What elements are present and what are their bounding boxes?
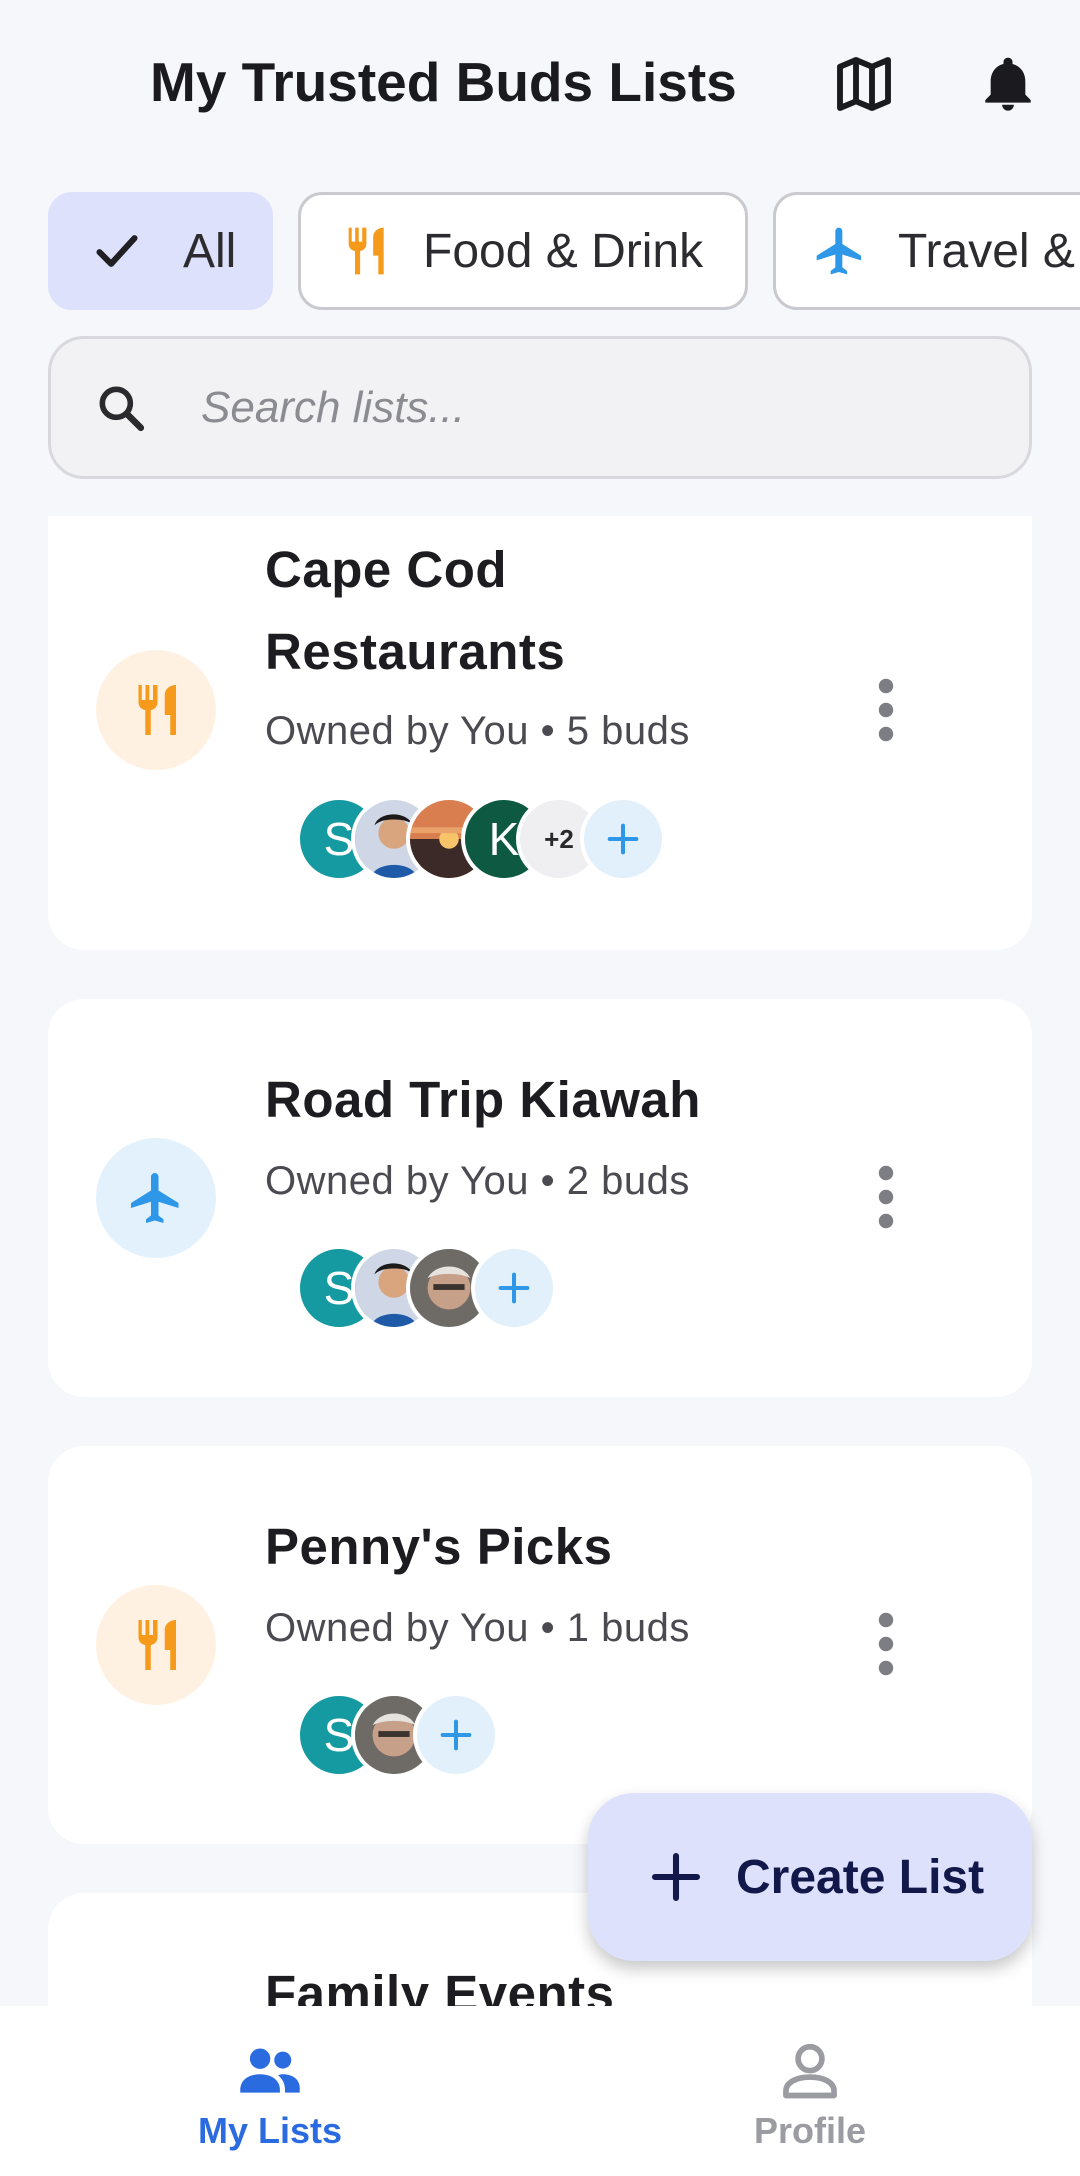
member-avatars: S K +2 [250,796,710,882]
nav-label: My Lists [197,2110,343,2151]
list-title: Cape Cod Restaurants [265,529,565,693]
list-title: Road Trip Kiawah [265,1071,701,1128]
fork-knife-icon [138,685,176,735]
more-options-icon[interactable] [866,674,906,746]
list-card[interactable]: Cape Cod Restaurants Owned by You • 5 bu… [48,516,1032,950]
more-options-icon[interactable] [866,1608,906,1680]
more-options-icon[interactable] [866,1161,906,1233]
filter-chip-label: Travel & [898,224,1075,278]
add-member-button[interactable] [471,1245,557,1331]
page-title: My Trusted Buds Lists [150,51,737,113]
fork-knife-icon [138,1620,176,1670]
plus-icon [440,1719,472,1751]
list-title: Penny's Picks [265,1518,613,1575]
bottom-nav: My Lists Profile [0,2006,1080,2176]
lists-container[interactable]: Cape Cod Restaurants Owned by You • 5 bu… [0,516,1080,2006]
member-avatars: S [250,1245,570,1331]
airplane-icon [816,227,861,275]
bell-icon[interactable] [976,52,1040,116]
filter-chip-all[interactable]: All [48,192,273,310]
add-member-button[interactable] [413,1692,499,1778]
list-title-line: Restaurants [265,623,566,680]
people-icon [240,2048,300,2093]
filter-chips: All Food & Drink Travel & [48,192,1080,312]
list-meta: Owned by You • 2 buds [265,1159,690,1203]
list-meta: Owned by You • 1 buds [265,1606,690,1650]
category-icon-food [96,1585,216,1705]
airplane-icon [131,1173,179,1223]
create-list-button[interactable]: Create List [588,1793,1032,1961]
check-icon [96,235,138,267]
plus-icon [651,1852,701,1902]
search-icon [99,386,145,431]
list-card[interactable]: Road Trip Kiawah Owned by You • 2 buds S [48,999,1032,1397]
add-member-button[interactable] [580,796,666,882]
list-title: Family Events [265,1965,615,2006]
filter-chip-food-drink[interactable]: Food & Drink [298,192,748,310]
filter-chip-label: Food & Drink [423,224,704,278]
create-list-label: Create List [736,1850,985,1904]
list-card[interactable]: Penny's Picks Owned by You • 1 buds S [48,1446,1032,1844]
plus-icon [498,1272,530,1304]
map-icon[interactable] [832,52,896,116]
nav-label: Profile [753,2110,867,2151]
fork-knife-icon [348,227,384,275]
filter-chip-travel[interactable]: Travel & [773,192,1080,310]
list-title-line: Cape Cod [265,541,508,598]
person-icon [783,2043,837,2099]
member-avatars: S [250,1692,510,1778]
category-icon-travel [96,1138,216,1258]
app-header: My Trusted Buds Lists [0,0,1080,180]
nav-item-my-lists[interactable]: My Lists [0,2006,540,2176]
search-bar[interactable] [48,336,1032,479]
list-meta: Owned by You • 5 buds [265,709,690,753]
plus-icon [607,823,639,855]
search-input[interactable] [201,382,981,433]
nav-item-profile[interactable]: Profile [540,2006,1080,2176]
category-icon-food [96,650,216,770]
filter-chip-label: All [183,224,237,278]
